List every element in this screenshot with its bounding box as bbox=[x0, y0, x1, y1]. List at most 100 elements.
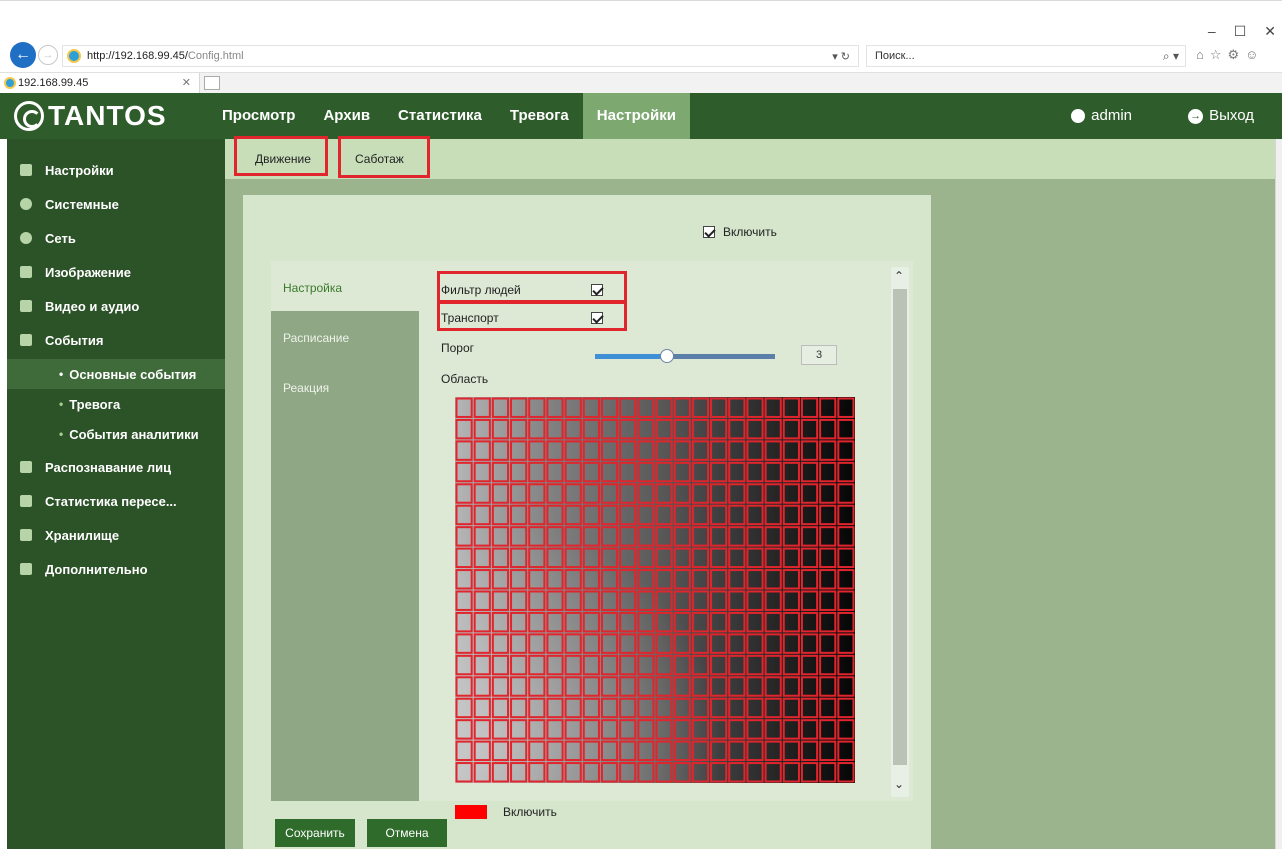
grid-cell[interactable] bbox=[455, 719, 473, 740]
grid-cell[interactable] bbox=[782, 590, 800, 611]
grid-cell[interactable] bbox=[546, 547, 564, 569]
grid-cell[interactable] bbox=[491, 590, 510, 611]
grid-cell[interactable] bbox=[455, 483, 473, 504]
grid-cell[interactable] bbox=[528, 697, 546, 719]
tab-schedule[interactable]: Расписание bbox=[271, 311, 421, 361]
grid-cell[interactable] bbox=[673, 676, 691, 697]
grid-cell[interactable] bbox=[837, 504, 855, 526]
grid-cell[interactable] bbox=[782, 483, 800, 504]
grid-cell[interactable] bbox=[691, 762, 710, 783]
enable-checkbox-row[interactable]: Включить bbox=[703, 225, 777, 239]
new-tab-button[interactable] bbox=[204, 76, 220, 90]
grid-cell[interactable] bbox=[564, 719, 582, 740]
close-window-button[interactable]: ✕ bbox=[1264, 23, 1276, 40]
grid-cell[interactable] bbox=[655, 762, 673, 783]
grid-cell[interactable] bbox=[673, 440, 691, 461]
grid-cell[interactable] bbox=[691, 547, 710, 569]
grid-cell[interactable] bbox=[655, 440, 673, 461]
grid-cell[interactable] bbox=[455, 590, 473, 611]
grid-cell[interactable] bbox=[710, 547, 728, 569]
grid-cell[interactable] bbox=[600, 654, 619, 676]
grid-cell[interactable] bbox=[837, 611, 855, 633]
grid-cell[interactable] bbox=[655, 504, 673, 526]
grid-cell[interactable] bbox=[455, 418, 473, 440]
grid-cell[interactable] bbox=[455, 547, 473, 569]
grid-cell[interactable] bbox=[619, 611, 637, 633]
grid-cell[interactable] bbox=[528, 611, 546, 633]
grid-cell[interactable] bbox=[800, 633, 819, 654]
grid-cell[interactable] bbox=[491, 762, 510, 783]
grid-cell[interactable] bbox=[473, 697, 491, 719]
transport-checkbox[interactable] bbox=[591, 312, 603, 324]
grid-cell[interactable] bbox=[582, 697, 600, 719]
grid-cell[interactable] bbox=[800, 526, 819, 547]
grid-cell[interactable] bbox=[764, 504, 782, 526]
grid-cell[interactable] bbox=[637, 547, 655, 569]
grid-cell[interactable] bbox=[619, 461, 637, 483]
forward-button[interactable]: → bbox=[38, 45, 58, 65]
grid-cell[interactable] bbox=[510, 526, 528, 547]
grid-cell[interactable] bbox=[600, 569, 619, 590]
grid-cell[interactable] bbox=[582, 461, 600, 483]
grid-cell[interactable] bbox=[564, 654, 582, 676]
grid-cell[interactable] bbox=[546, 526, 564, 547]
grid-cell[interactable] bbox=[673, 590, 691, 611]
grid-cell[interactable] bbox=[546, 461, 564, 483]
grid-cell[interactable] bbox=[510, 719, 528, 740]
grid-cell[interactable] bbox=[637, 569, 655, 590]
grid-cell[interactable] bbox=[691, 654, 710, 676]
grid-cell[interactable] bbox=[800, 719, 819, 740]
grid-cell[interactable] bbox=[455, 397, 473, 418]
grid-cell[interactable] bbox=[473, 633, 491, 654]
grid-cell[interactable] bbox=[691, 504, 710, 526]
grid-cell[interactable] bbox=[673, 526, 691, 547]
sidebar-item-settings[interactable]: Настройки bbox=[7, 153, 225, 187]
grid-cell[interactable] bbox=[673, 483, 691, 504]
grid-cell[interactable] bbox=[764, 526, 782, 547]
grid-cell[interactable] bbox=[637, 526, 655, 547]
grid-cell[interactable] bbox=[764, 697, 782, 719]
grid-cell[interactable] bbox=[491, 526, 510, 547]
grid-cell[interactable] bbox=[655, 483, 673, 504]
grid-cell[interactable] bbox=[764, 740, 782, 762]
grid-cell[interactable] bbox=[837, 569, 855, 590]
grid-cell[interactable] bbox=[746, 740, 764, 762]
grid-cell[interactable] bbox=[546, 590, 564, 611]
grid-cell[interactable] bbox=[800, 504, 819, 526]
grid-cell[interactable] bbox=[582, 740, 600, 762]
grid-cell[interactable] bbox=[546, 740, 564, 762]
grid-cell[interactable] bbox=[764, 418, 782, 440]
grid-cell[interactable] bbox=[491, 440, 510, 461]
grid-cell[interactable] bbox=[582, 547, 600, 569]
grid-cell[interactable] bbox=[691, 483, 710, 504]
grid-cell[interactable] bbox=[746, 483, 764, 504]
grid-cell[interactable] bbox=[837, 633, 855, 654]
grid-cell[interactable] bbox=[655, 654, 673, 676]
grid-cell[interactable] bbox=[491, 719, 510, 740]
grid-cell[interactable] bbox=[455, 526, 473, 547]
grid-cell[interactable] bbox=[473, 740, 491, 762]
transport-row[interactable]: Транспорт bbox=[441, 311, 603, 325]
grid-cell[interactable] bbox=[546, 397, 564, 418]
favorites-icon[interactable]: ☆ bbox=[1210, 47, 1222, 63]
grid-cell[interactable] bbox=[819, 633, 837, 654]
grid-cell[interactable] bbox=[473, 397, 491, 418]
grid-cell[interactable] bbox=[564, 461, 582, 483]
grid-cell[interactable] bbox=[819, 526, 837, 547]
grid-cell[interactable] bbox=[528, 569, 546, 590]
grid-cell[interactable] bbox=[691, 676, 710, 697]
grid-cell[interactable] bbox=[528, 418, 546, 440]
grid-cell[interactable] bbox=[710, 461, 728, 483]
grid-cell[interactable] bbox=[619, 440, 637, 461]
grid-cell[interactable] bbox=[546, 633, 564, 654]
grid-cell[interactable] bbox=[819, 740, 837, 762]
grid-cell[interactable] bbox=[655, 397, 673, 418]
grid-cell[interactable] bbox=[691, 740, 710, 762]
grid-cell[interactable] bbox=[564, 611, 582, 633]
grid-cell[interactable] bbox=[837, 483, 855, 504]
grid-cell[interactable] bbox=[637, 504, 655, 526]
grid-cell[interactable] bbox=[728, 611, 746, 633]
grid-cell[interactable] bbox=[819, 590, 837, 611]
grid-cell[interactable] bbox=[691, 397, 710, 418]
grid-cell[interactable] bbox=[746, 762, 764, 783]
